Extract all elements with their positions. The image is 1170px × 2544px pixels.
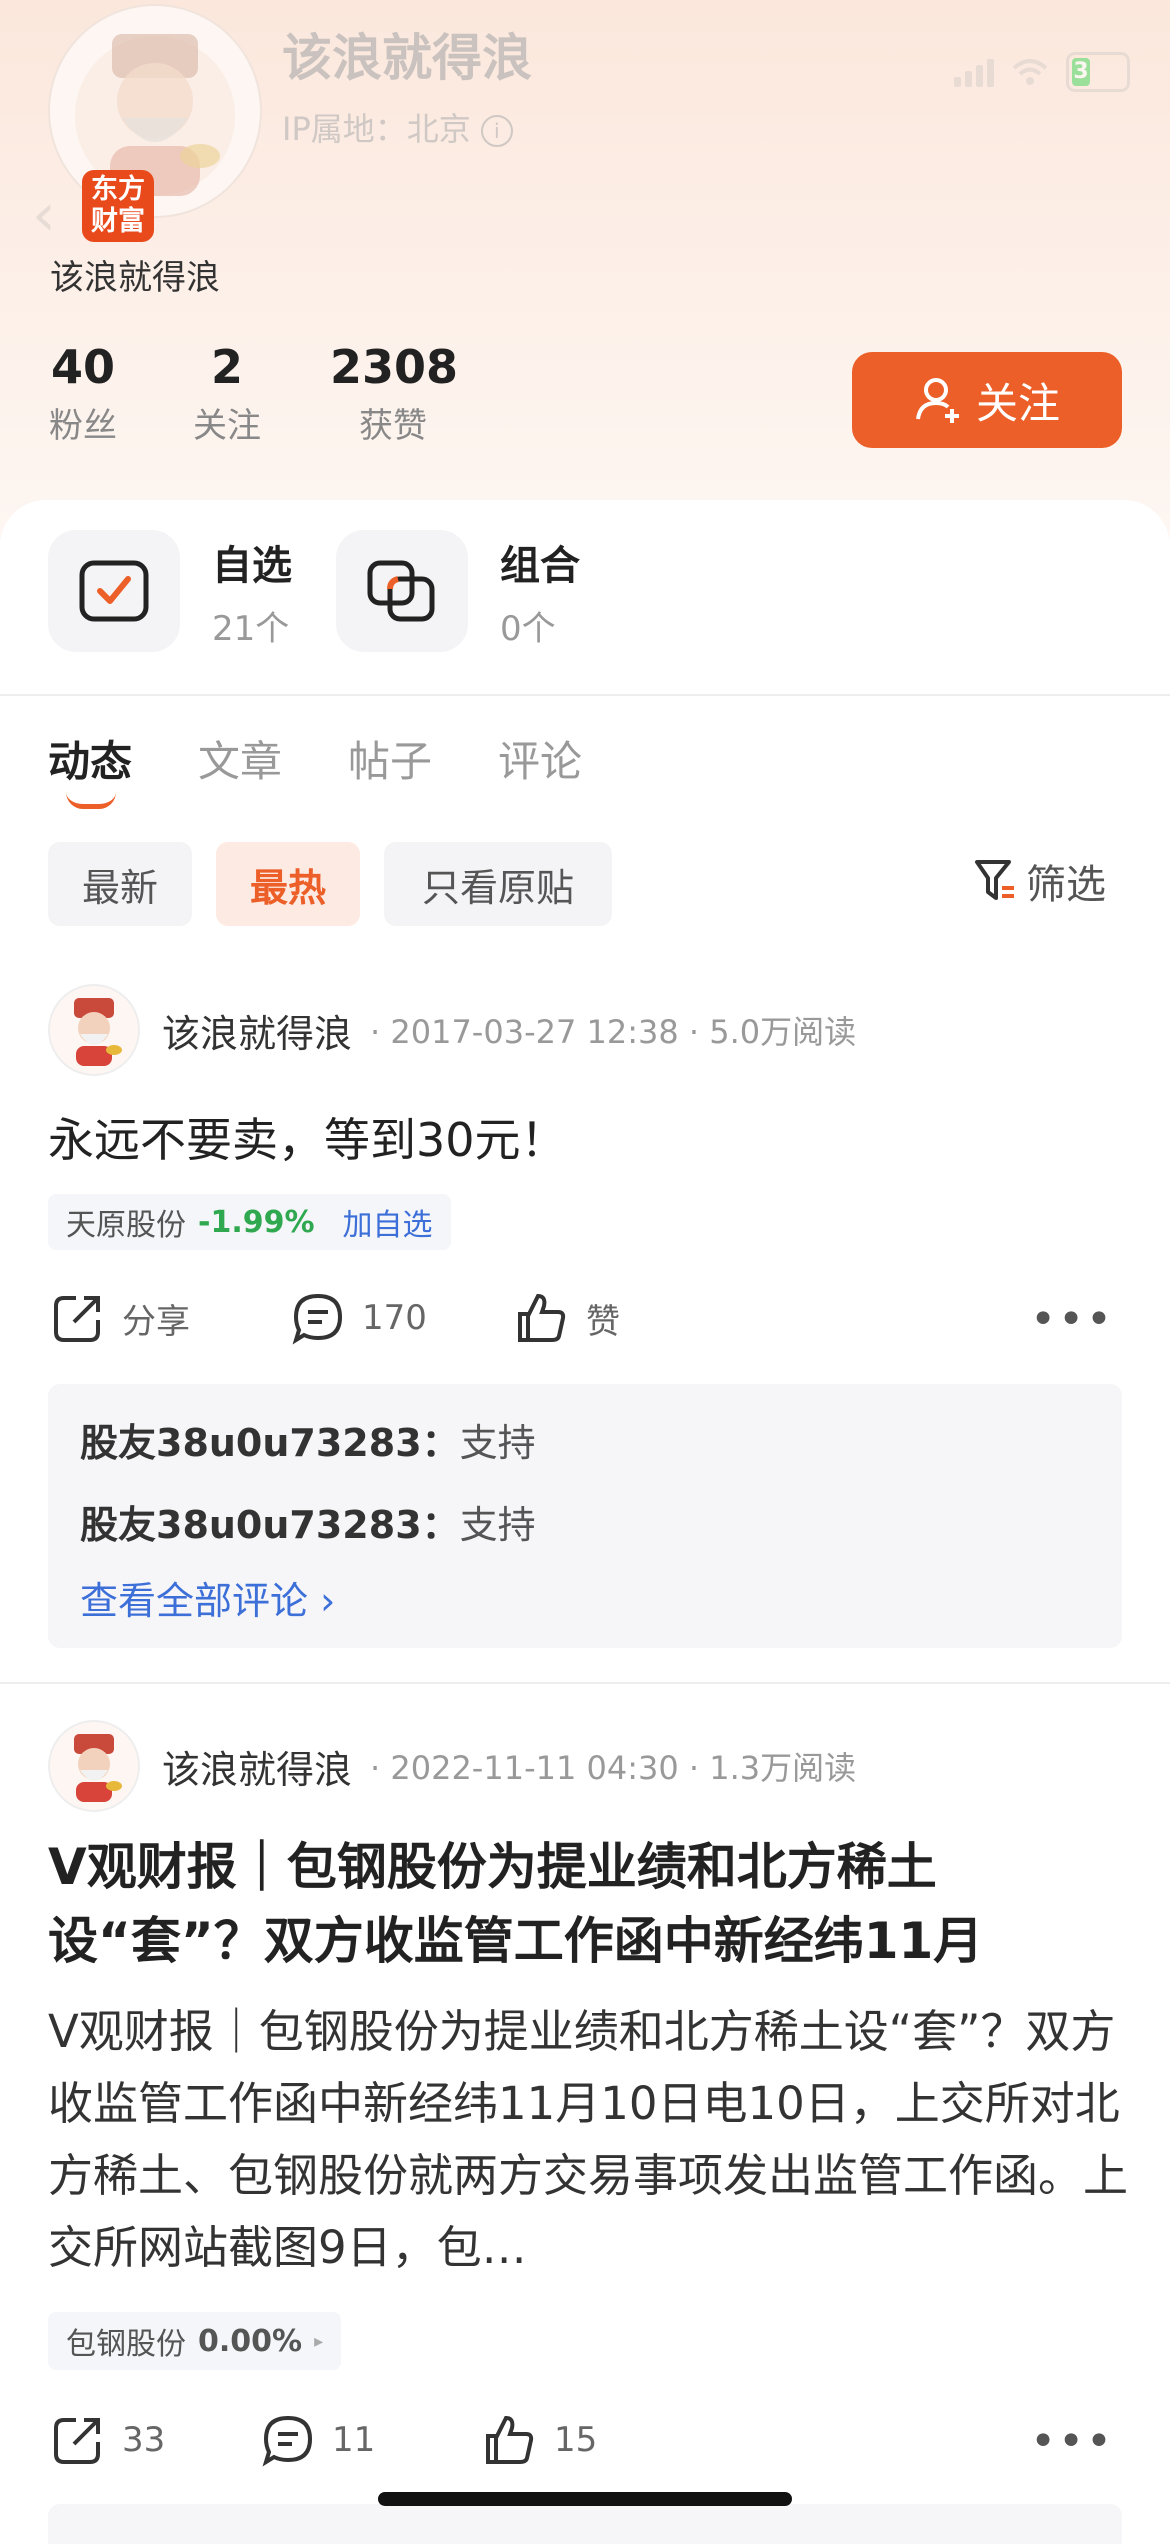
share-icon	[54, 1296, 100, 1342]
collapsed-title: 该浪就得浪	[282, 29, 532, 87]
wifi-icon	[1012, 59, 1048, 85]
tab-comments[interactable]: 评论	[498, 728, 582, 789]
divider	[0, 1682, 1170, 1684]
add-watchlist-button[interactable]: 加自选	[343, 1200, 433, 1244]
follow-button[interactable]: 关注	[852, 352, 1122, 448]
post-title[interactable]: V观财报｜包钢股份为提业绩和北方稀土设“套”？双方收监管工作函中新经纬11月	[48, 1830, 1128, 1978]
post-meta: · 2022-11-11 04:30 · 1.3万阅读	[370, 1749, 857, 1787]
like-button[interactable]: 15	[482, 2412, 597, 2468]
comment-button[interactable]: 11	[260, 2412, 482, 2468]
tab-posts[interactable]: 帖子	[348, 728, 432, 789]
post-author[interactable]: 该浪就得浪	[162, 1003, 352, 1058]
post-header[interactable]: 该浪就得浪 · 2022-11-11 04:30 · 1.3万阅读	[48, 1720, 856, 1812]
post-body[interactable]: V观财报｜包钢股份为提业绩和北方稀土设“套”？双方收监管工作函中新经纬11月10…	[48, 1996, 1128, 2284]
info-icon[interactable]: i	[480, 115, 513, 147]
comment-icon	[262, 2415, 313, 2467]
post-author[interactable]: 该浪就得浪	[162, 1739, 352, 1794]
stock-tag[interactable]: 天原股份 -1.99% 加自选	[48, 1194, 451, 1250]
stock-name: 天原股份	[66, 1208, 186, 1243]
username: 该浪就得浪	[50, 258, 220, 298]
comment-button[interactable]: 170	[290, 1290, 514, 1346]
thumbs-up-icon	[518, 1293, 566, 1342]
post-actions: 33 11 15	[50, 2412, 597, 2468]
stock-change: -1.99%	[198, 1204, 315, 1240]
filter-icon	[975, 860, 1014, 900]
back-icon[interactable]: ‹	[32, 180, 56, 250]
fortune-god-avatar	[74, 998, 122, 1066]
thumbs-up-icon	[486, 2415, 534, 2464]
ip-location: IP属地：北京 i	[282, 104, 513, 150]
signal-icon	[954, 57, 994, 87]
filter-hot[interactable]: 最热	[216, 842, 360, 926]
tab-dynamic[interactable]: 动态	[48, 728, 132, 789]
stock-name: 包钢股份	[66, 2327, 186, 2362]
more-icon[interactable]: •••	[1030, 1294, 1114, 1345]
filter-original-only[interactable]: 只看原贴	[384, 842, 612, 926]
eastmoney-badge: 东方 财富	[82, 170, 154, 242]
comment-preview[interactable]: 股友38u0u73283：支持 股友38u0u73283：支持 查看全部评论 ›	[48, 1384, 1122, 1648]
share-button[interactable]: 33	[50, 2412, 260, 2468]
avatar[interactable]	[48, 984, 140, 1076]
shortcut-portfolio[interactable]: 组合 0个	[336, 530, 580, 652]
stat-fans[interactable]: 40 粉丝	[48, 340, 118, 447]
tab-articles[interactable]: 文章	[198, 728, 282, 789]
portfolio-icon	[336, 530, 468, 652]
post-title[interactable]: 永远不要卖，等到30元！	[48, 1104, 567, 1170]
post-actions: 分享 170 赞	[50, 1290, 620, 1346]
add-user-icon	[915, 378, 959, 423]
share-button[interactable]: 分享	[50, 1290, 290, 1346]
view-all-comments-link[interactable]: 查看全部评论 ›	[80, 1570, 335, 1625]
chevron-right-icon: ▸	[314, 2330, 324, 2352]
stat-following[interactable]: 2 关注	[192, 340, 262, 447]
comment-item: 股友38u0u73283：支持	[80, 1503, 536, 1547]
comment-icon	[292, 1293, 343, 1345]
home-indicator[interactable]	[378, 2492, 792, 2506]
share-icon	[54, 2418, 100, 2464]
filter-latest[interactable]: 最新	[48, 842, 192, 926]
like-button[interactable]: 赞	[514, 1290, 620, 1346]
status-bar: 3	[954, 52, 1130, 92]
watchlist-icon	[48, 530, 180, 652]
avatar[interactable]	[48, 4, 262, 218]
fortune-god-avatar	[74, 1734, 122, 1802]
divider	[0, 694, 1170, 696]
post-meta: · 2017-03-27 12:38 · 5.0万阅读	[370, 1013, 857, 1051]
stat-likes[interactable]: 2308 获赞	[330, 340, 458, 447]
filter-button[interactable]: 筛选	[974, 852, 1106, 910]
stock-tag[interactable]: 包钢股份 0.00% ▸	[48, 2312, 342, 2370]
avatar[interactable]	[48, 1720, 140, 1812]
post-header[interactable]: 该浪就得浪 · 2017-03-27 12:38 · 5.0万阅读	[48, 984, 856, 1076]
active-tab-indicator	[66, 792, 116, 809]
battery-icon: 3	[1066, 52, 1130, 92]
stock-change: 0.00%	[198, 2323, 303, 2359]
comment-item: 股友38u0u73283：支持	[80, 1421, 536, 1465]
shortcut-watchlist[interactable]: 自选 21个	[48, 530, 292, 652]
next-post-preview	[48, 2504, 1122, 2544]
more-icon[interactable]: •••	[1030, 2416, 1114, 2467]
